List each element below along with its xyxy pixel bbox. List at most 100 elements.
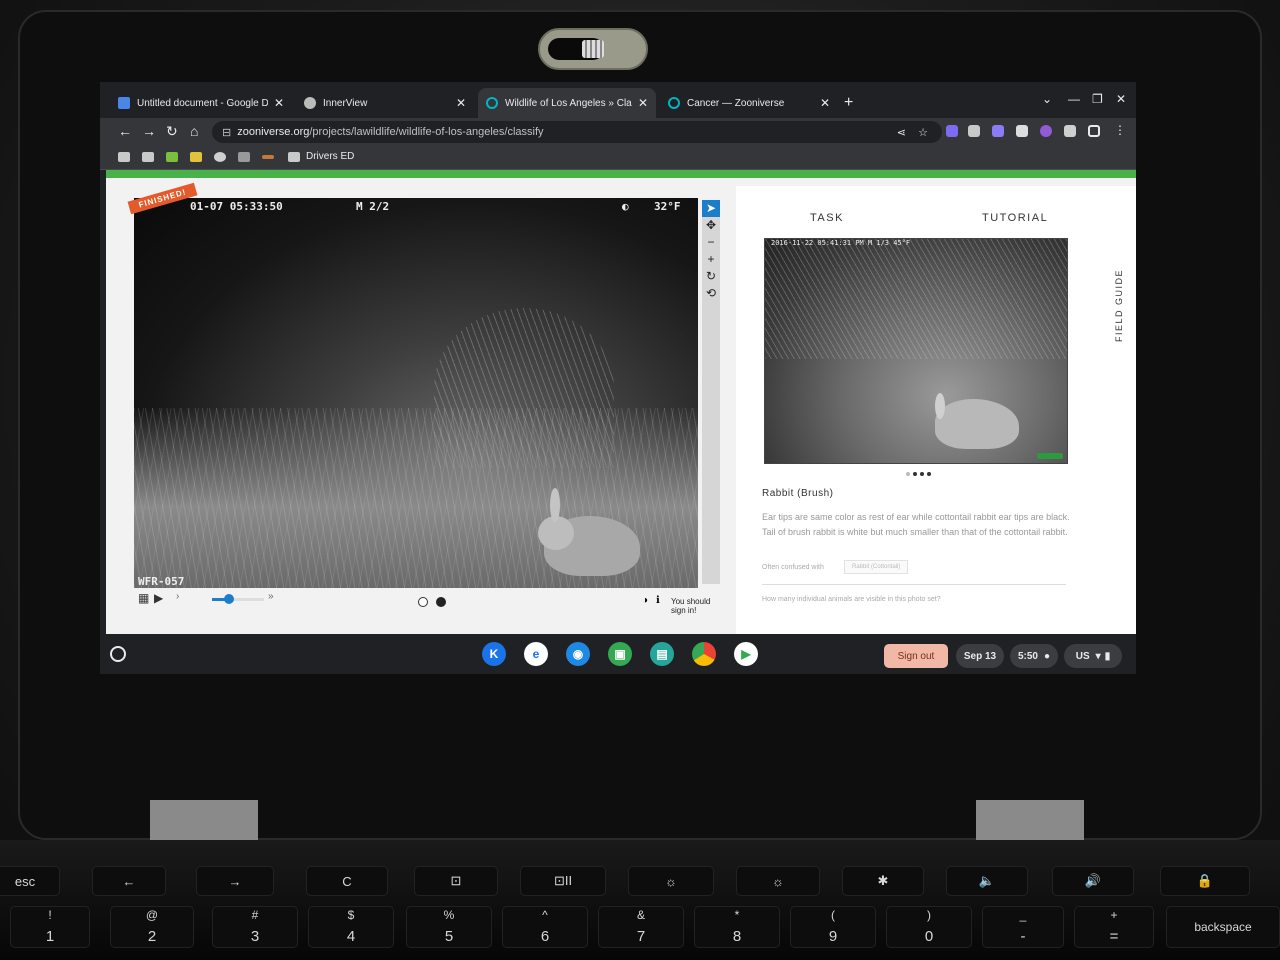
menu-icon[interactable]: ⋮ (1114, 123, 1126, 137)
site-info-icon[interactable]: ⊟ (222, 126, 231, 139)
key-fullscreen[interactable]: ⊡ (414, 866, 498, 896)
carousel-dot[interactable] (927, 472, 931, 476)
sign-in-notice[interactable]: You should sign in! (671, 597, 716, 615)
time-tray[interactable]: 5:50 ● (1010, 644, 1058, 668)
tab-wildlife-la[interactable]: Wildlife of Los Angeles » Classify ✕ (478, 88, 656, 118)
grid-icon[interactable]: ▦ (138, 591, 149, 605)
tab-cancer-zooniverse[interactable]: Cancer — Zooniverse ✕ (660, 88, 838, 118)
key-7[interactable]: & 7 (598, 906, 684, 948)
key-backlight[interactable]: ✱ (842, 866, 924, 896)
confused-species-chip[interactable]: Rabbit (Cottontail) (844, 560, 909, 574)
extension-icon[interactable] (992, 125, 1004, 137)
sign-out-button[interactable]: Sign out (884, 644, 948, 668)
key-9[interactable]: (9 (790, 906, 876, 948)
camera-icon[interactable]: ◉ (566, 642, 590, 666)
frame-dot-2[interactable] (436, 597, 446, 607)
key-6[interactable]: ^ 6 (502, 906, 588, 948)
address-bar[interactable]: ⊟ zooniverse.org /projects/lawildlife/wi… (212, 121, 942, 143)
rotate-icon[interactable]: ↻ (702, 268, 720, 285)
key-backspace[interactable]: backspace (1166, 906, 1280, 948)
key-3[interactable]: #3 (212, 906, 298, 948)
photo-carousel[interactable] (906, 472, 931, 476)
key-equals[interactable]: + = (1074, 906, 1154, 948)
bookmark-icon[interactable] (190, 152, 202, 162)
edge-icon[interactable]: e (524, 642, 548, 666)
bookmark-icon[interactable] (262, 155, 274, 159)
key-volume-down[interactable]: 🔈 (946, 866, 1028, 896)
bookmark-drivers-ed[interactable]: Drivers ED (306, 151, 354, 162)
speed-slider-knob[interactable] (224, 594, 234, 604)
side-panel-icon[interactable] (1088, 125, 1100, 137)
puzzle-icon[interactable] (1064, 125, 1076, 137)
tab-google-doc[interactable]: Untitled document - Google Doc ✕ (110, 88, 292, 118)
tab-task[interactable]: TASK (810, 212, 844, 224)
bookmark-star-icon[interactable]: ☆ (918, 126, 928, 139)
carousel-dot[interactable] (906, 472, 910, 476)
close-window-icon[interactable]: ✕ (1116, 92, 1126, 106)
folder-icon[interactable] (288, 152, 300, 162)
new-tab-button[interactable]: + (844, 94, 853, 112)
launcher-icon[interactable] (110, 646, 126, 662)
carousel-dot[interactable] (920, 472, 924, 476)
key-esc[interactable]: esc (0, 866, 60, 896)
tab-search-icon[interactable]: ⌄ (1042, 92, 1052, 106)
minimize-icon[interactable]: — (1068, 92, 1080, 106)
chrome-icon[interactable] (692, 642, 716, 666)
key-overview[interactable]: ⊡II (520, 866, 606, 896)
reset-icon[interactable]: ⟲ (702, 285, 720, 302)
classroom-icon[interactable]: ▣ (608, 642, 632, 666)
close-icon[interactable]: ✕ (820, 96, 830, 110)
profile-k-icon[interactable] (1040, 125, 1052, 137)
subject-image[interactable] (134, 198, 698, 588)
tab-tutorial[interactable]: TUTORIAL (982, 212, 1048, 224)
play-store-icon[interactable]: ▶ (734, 642, 758, 666)
status-tray[interactable]: US ▾ ▮ (1064, 644, 1122, 668)
extension-icon[interactable] (1016, 125, 1028, 137)
close-icon[interactable]: ✕ (274, 96, 284, 110)
frame-dot-1[interactable] (418, 597, 428, 607)
extension-icon[interactable] (946, 125, 958, 137)
kami-icon[interactable]: K (482, 642, 506, 666)
key-5[interactable]: % 5 (406, 906, 492, 948)
bookmark-icon[interactable] (166, 152, 178, 162)
close-icon[interactable]: ✕ (638, 96, 648, 110)
date-tray[interactable]: Sep 13 (956, 644, 1004, 668)
key-forward[interactable]: → (196, 866, 274, 896)
key-minus[interactable]: _ - (982, 906, 1064, 948)
zoom-in-icon[interactable]: + (702, 251, 720, 268)
tab-innerview[interactable]: InnerView ✕ (296, 88, 474, 118)
share-icon[interactable]: ⋖ (897, 126, 906, 139)
carousel-dot[interactable] (913, 472, 917, 476)
contrast-icon[interactable]: ◑ (642, 595, 648, 606)
forward-icon[interactable]: → (142, 123, 156, 139)
bookmark-icon[interactable] (238, 152, 250, 162)
restore-icon[interactable]: ❐ (1092, 92, 1103, 106)
chevron-double-right-icon[interactable]: » (268, 591, 274, 602)
key-2[interactable]: @2 (110, 906, 194, 948)
screencast-icon[interactable]: ▤ (650, 642, 674, 666)
key-lock[interactable]: 🔒 (1160, 866, 1250, 896)
key-1[interactable]: ! 1 (10, 906, 90, 948)
key-0[interactable]: ) 0 (886, 906, 972, 948)
pan-icon[interactable]: ✥ (702, 217, 720, 234)
play-icon[interactable]: ▶ (154, 591, 163, 605)
reload-icon[interactable]: ↻ (166, 123, 178, 140)
bookmark-icon[interactable] (214, 152, 226, 162)
extension-icon[interactable] (968, 125, 980, 137)
folder-icon[interactable] (142, 152, 154, 162)
info-icon[interactable]: ℹ (656, 595, 660, 606)
back-icon[interactable]: ← (118, 123, 132, 139)
pointer-icon[interactable]: ➤ (702, 200, 720, 217)
key-brightness-down[interactable]: ☼ (628, 866, 714, 896)
field-guide-tab[interactable]: FIELD GUIDE (1114, 269, 1124, 342)
key-refresh[interactable]: C (306, 866, 388, 896)
folder-icon[interactable] (118, 152, 130, 162)
close-icon[interactable]: ✕ (456, 96, 466, 110)
key-brightness-up[interactable]: ☼ (736, 866, 820, 896)
key-8[interactable]: * 8 (694, 906, 780, 948)
zoom-out-icon[interactable]: − (702, 234, 720, 251)
chevron-right-icon[interactable]: › (176, 591, 179, 602)
key-back[interactable]: ← (92, 866, 166, 896)
key-volume-up[interactable]: 🔊 (1052, 866, 1134, 896)
home-icon[interactable]: ⌂ (190, 123, 198, 139)
